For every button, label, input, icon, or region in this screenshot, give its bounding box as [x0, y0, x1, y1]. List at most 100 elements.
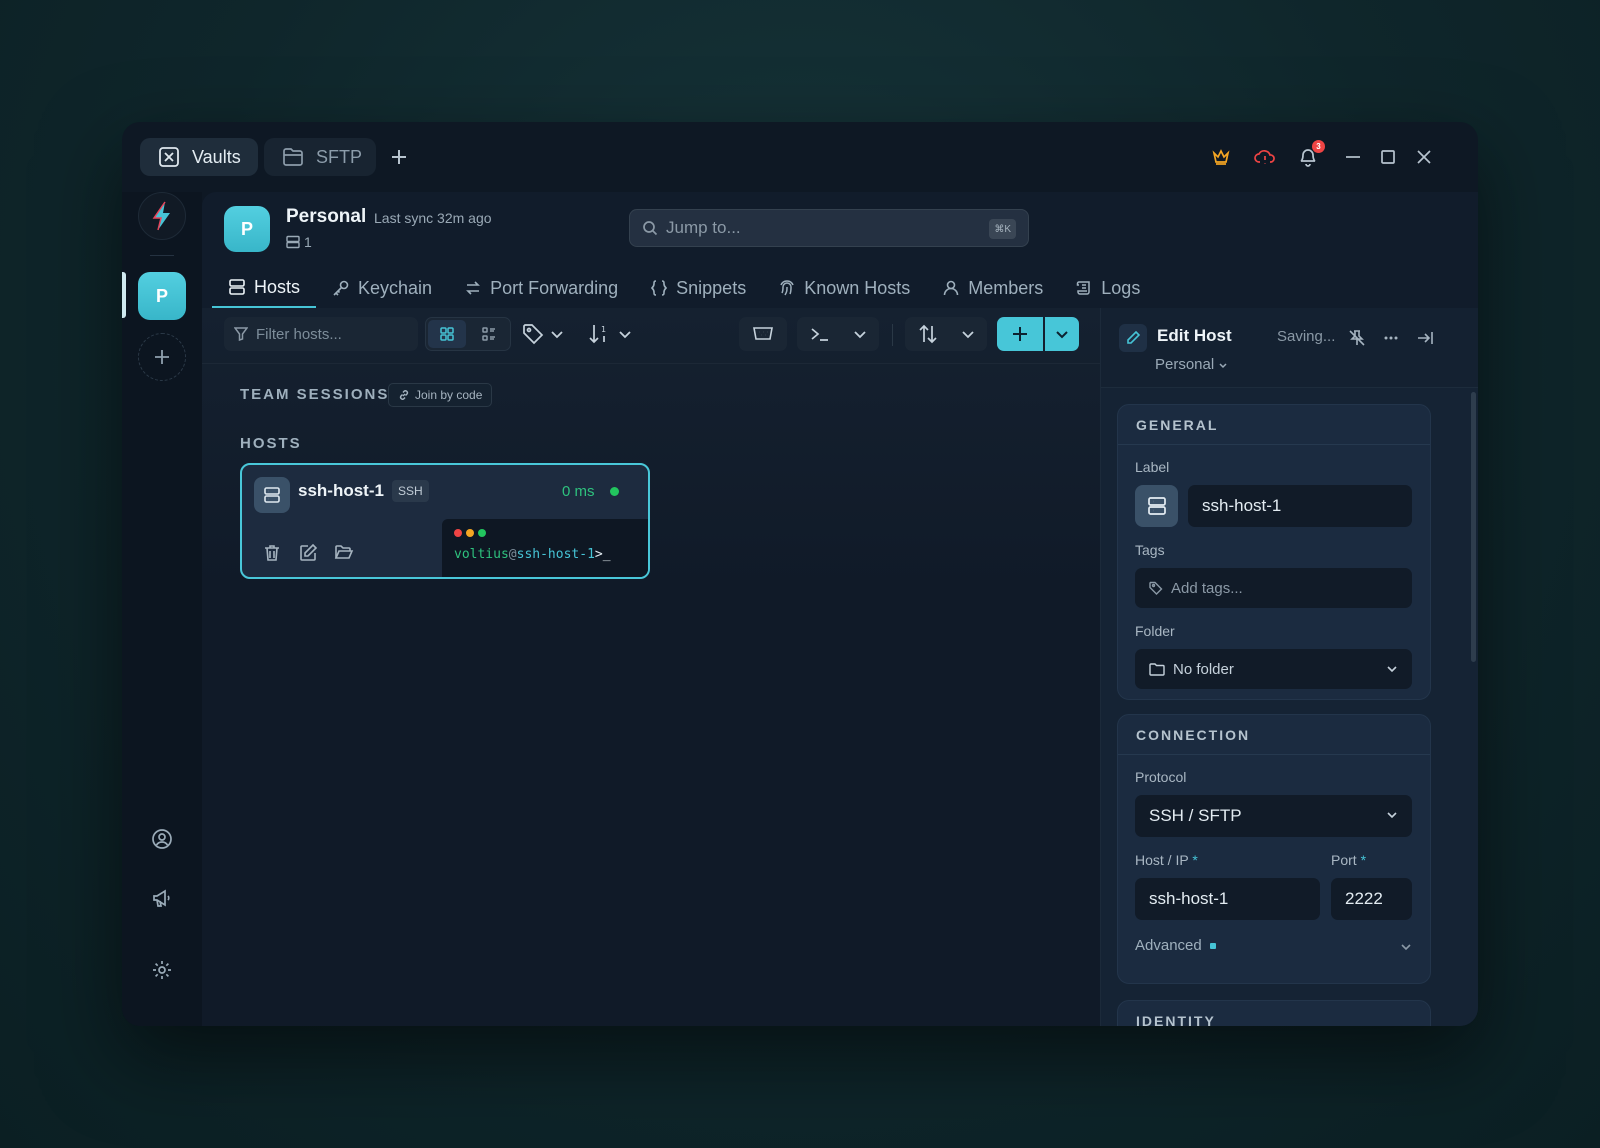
open-sftp-button[interactable]: [334, 543, 354, 563]
advanced-toggle[interactable]: Advanced: [1135, 937, 1216, 954]
chevron-down-icon: [1056, 331, 1068, 339]
host-field-label: Host / IP *: [1135, 852, 1198, 868]
general-heading: GENERAL: [1118, 405, 1430, 445]
sort-icon: 1: [589, 325, 606, 344]
serial-button[interactable]: [739, 317, 787, 351]
serial-port-icon: [753, 327, 773, 340]
tab-logs[interactable]: Logs: [1059, 268, 1156, 308]
sort-dropdown[interactable]: 1: [588, 319, 632, 349]
jump-to-search[interactable]: Jump to... ⌘K: [629, 209, 1029, 247]
megaphone-icon: [153, 889, 170, 907]
sync-status: Last sync 32m ago: [374, 210, 492, 226]
minimize-icon[interactable]: [1340, 144, 1366, 170]
hosts-toolbar: Filter hosts... 1: [202, 308, 1100, 364]
settings-button[interactable]: [150, 958, 174, 982]
host-count: 1: [286, 234, 312, 250]
list-view-button[interactable]: [470, 320, 508, 348]
bell-icon[interactable]: 3: [1295, 140, 1325, 170]
main-area: P Personal Last sync 32m ago 1 Jump to..…: [202, 192, 1478, 1026]
edit-host-panel: Edit Host Saving... Personal GENERAL Lab…: [1100, 308, 1478, 1026]
tab-keychain[interactable]: Keychain: [316, 268, 448, 308]
advanced-indicator: [1209, 942, 1216, 949]
add-vault-button[interactable]: [138, 333, 186, 381]
crown-icon[interactable]: [1208, 144, 1234, 170]
protocol-select[interactable]: SSH / SFTP: [1135, 795, 1412, 837]
folder-select[interactable]: No folder: [1135, 649, 1412, 689]
advanced-label: Advanced: [1135, 937, 1202, 954]
protocol-badge: SSH: [392, 480, 429, 502]
tags-input[interactable]: Add tags...: [1135, 568, 1412, 608]
grid-view-button[interactable]: [428, 320, 466, 348]
search-icon: [643, 221, 658, 236]
arrows-icon: [466, 281, 481, 295]
add-host-button[interactable]: [997, 317, 1043, 351]
tab-members[interactable]: Members: [926, 268, 1059, 308]
folder-open-icon: [334, 545, 354, 559]
tag-icon: [1149, 581, 1163, 595]
transfer-icon: [919, 324, 937, 344]
vault-selector-label: Personal: [1155, 356, 1215, 373]
port-field-label: Port *: [1331, 852, 1367, 868]
edit-host-button[interactable]: [298, 543, 318, 563]
vault-header: P Personal Last sync 32m ago 1 Jump to..…: [202, 192, 1478, 262]
vault-rail: P: [122, 192, 202, 1026]
general-section: GENERAL Label ssh-host-1 Tags Add tags..…: [1117, 404, 1431, 700]
delete-host-button[interactable]: [262, 543, 282, 563]
host-card[interactable]: ssh-host-1 SSH 0 ms voltius@ssh-host-1>_: [240, 463, 650, 579]
grid-icon: [440, 327, 454, 341]
vault-selector[interactable]: Personal: [1155, 356, 1228, 373]
app-logo[interactable]: [138, 192, 186, 240]
tags-field-label: Tags: [1135, 542, 1165, 558]
filter-hosts-input[interactable]: Filter hosts...: [224, 317, 418, 351]
tag-icon: [523, 324, 544, 345]
tag-filter-dropdown[interactable]: [522, 319, 564, 349]
user-icon: [943, 280, 959, 296]
maximize-icon[interactable]: [1375, 144, 1401, 170]
vault-avatar-personal[interactable]: P: [138, 272, 186, 320]
tab-label: SFTP: [316, 146, 363, 167]
label-input[interactable]: ssh-host-1: [1188, 485, 1412, 527]
shortcut-hint: ⌘K: [989, 219, 1016, 239]
server-icon: [229, 279, 245, 295]
save-status: Saving...: [1277, 328, 1336, 345]
svg-text:1: 1: [601, 325, 606, 334]
tab-hosts[interactable]: Hosts: [212, 268, 317, 308]
user-circle-icon: [152, 829, 172, 849]
cloud-alert-icon[interactable]: [1252, 144, 1278, 170]
add-options-dropdown[interactable]: [1045, 317, 1079, 351]
tab-label: Hosts: [254, 276, 301, 297]
tab-label: Port Forwarding: [490, 277, 619, 298]
filter-icon: [234, 327, 248, 341]
tab-known-hosts[interactable]: Known Hosts: [762, 268, 926, 308]
transfer-dropdown[interactable]: [905, 317, 987, 351]
terminal-preview[interactable]: voltius@ssh-host-1>_: [442, 519, 648, 577]
tab-vaults[interactable]: Vaults: [140, 138, 258, 176]
tab-snippets[interactable]: Snippets: [634, 268, 762, 308]
host-input[interactable]: ssh-host-1: [1135, 878, 1320, 920]
terminal-dropdown[interactable]: [797, 317, 879, 351]
join-label: Join by code: [415, 388, 483, 402]
terminal-icon: [811, 328, 828, 341]
unpin-icon[interactable]: [1347, 328, 1367, 348]
host-icon-picker[interactable]: [1135, 485, 1178, 527]
collapse-panel-icon[interactable]: [1415, 328, 1435, 348]
announcements-button[interactable]: [150, 886, 174, 910]
server-icon: [254, 477, 290, 513]
plus-icon: [155, 350, 169, 364]
join-by-code-button[interactable]: Join by code: [388, 383, 493, 407]
section-tabs: Hosts Keychain Port Forwarding Snippets …: [212, 268, 1156, 308]
port-input[interactable]: 2222: [1331, 878, 1412, 920]
hosts-content: Filter hosts... 1 TEAM SESSIONS Join by …: [202, 308, 1100, 1026]
terminal-prompt: voltius@ssh-host-1>_: [454, 547, 611, 562]
panel-scrollbar[interactable]: [1471, 392, 1476, 662]
tab-port-forwarding[interactable]: Port Forwarding: [448, 268, 634, 308]
latency: 0 ms: [562, 483, 595, 500]
new-tab-button[interactable]: [384, 142, 414, 172]
folder-icon: [282, 147, 304, 167]
tab-sftp[interactable]: SFTP: [264, 138, 376, 176]
host-actions: [262, 543, 354, 563]
close-icon[interactable]: [1411, 144, 1437, 170]
more-options-icon[interactable]: [1381, 328, 1401, 348]
account-button[interactable]: [150, 827, 174, 851]
identity-section: IDENTITY: [1117, 1000, 1431, 1026]
